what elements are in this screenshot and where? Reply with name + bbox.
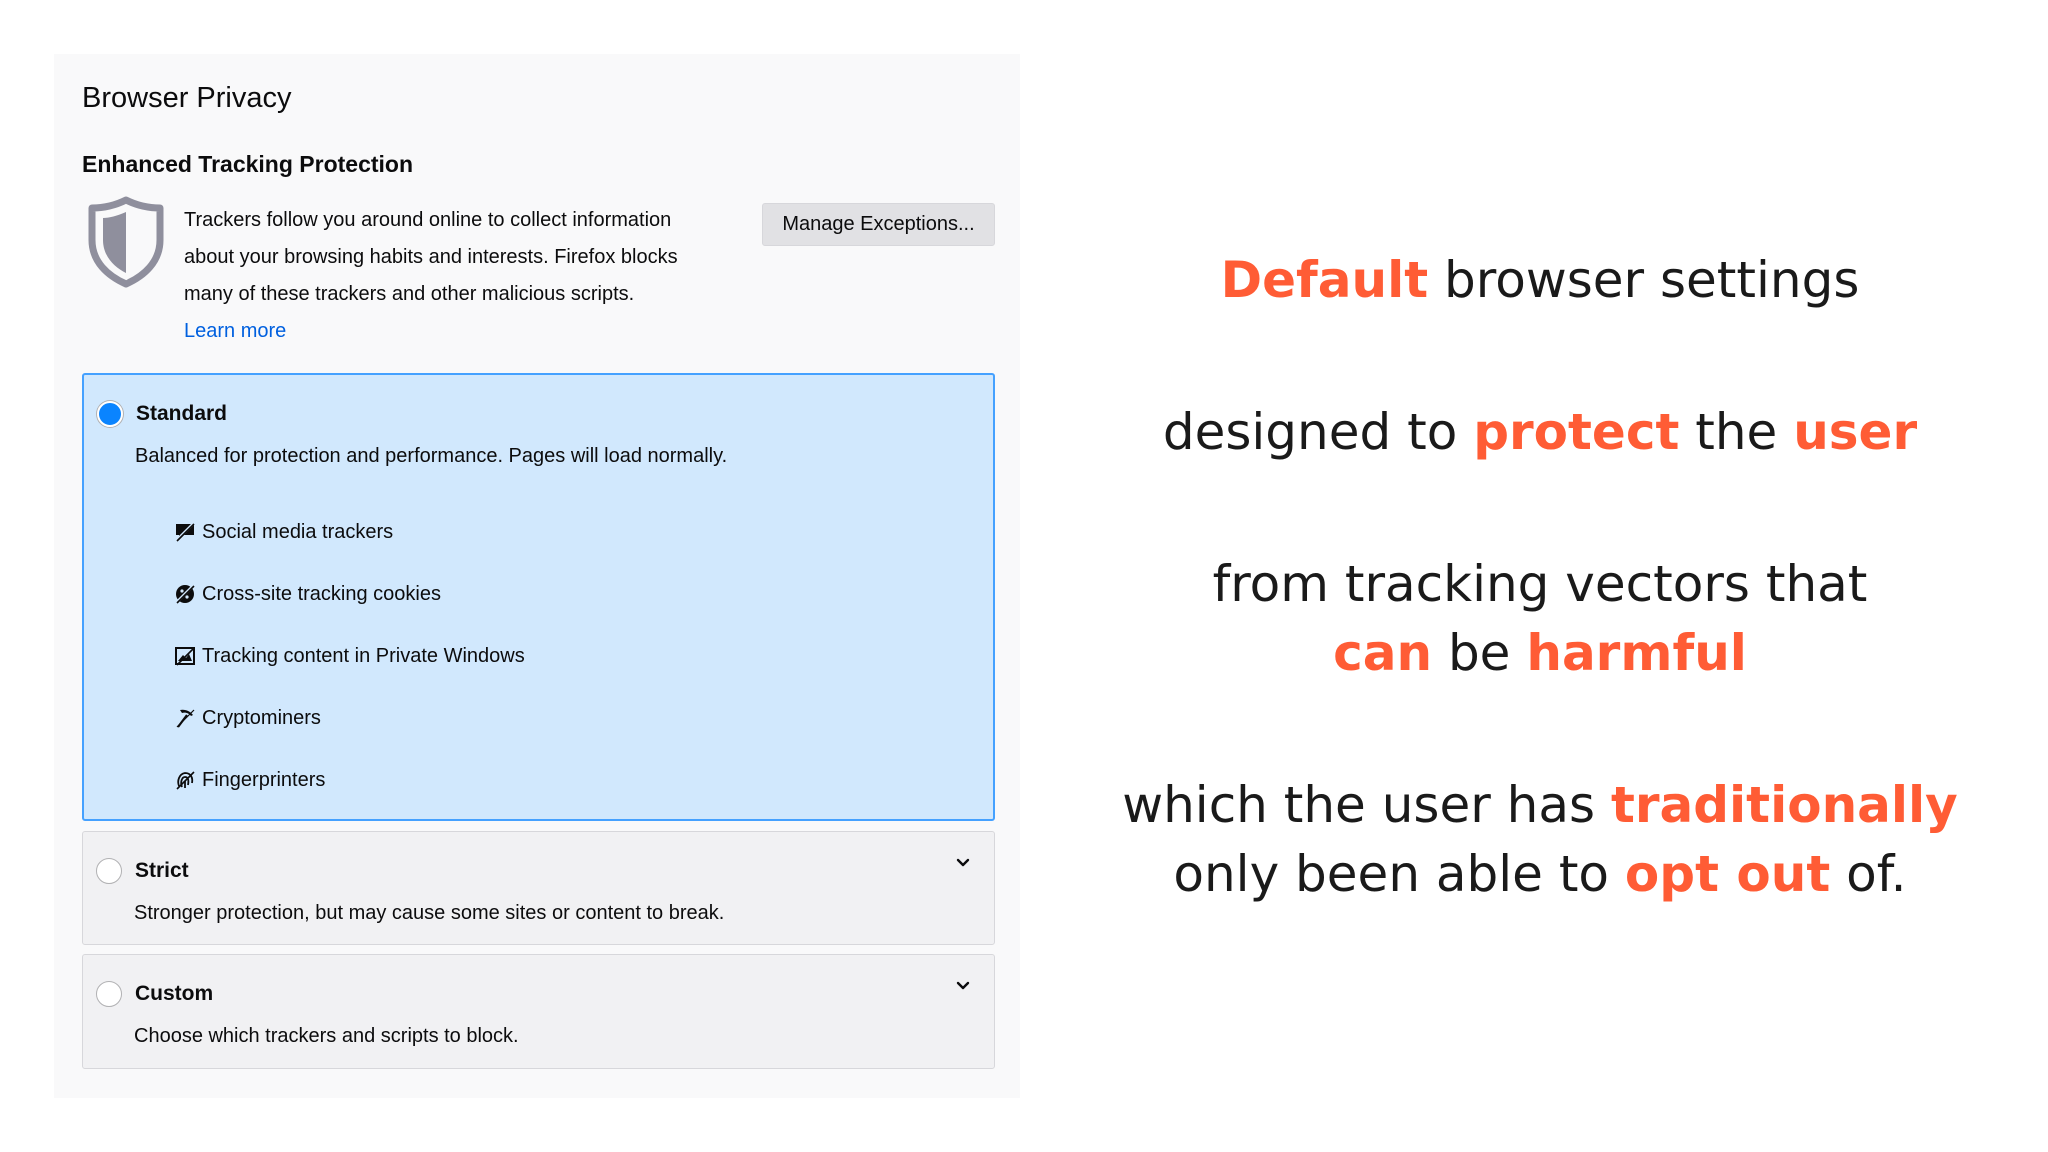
caption-text: designed to: [1162, 403, 1474, 461]
cryptominer-icon: [176, 709, 195, 728]
caption-text: only been able to: [1173, 845, 1625, 903]
description-line: Trackers follow you around online to col…: [184, 209, 672, 231]
highlighted-word: Default: [1220, 251, 1429, 309]
tracker-label: Cryptominers: [202, 706, 321, 729]
fingerprinter-icon: [176, 771, 195, 790]
social-media-tracker-icon: [174, 521, 196, 543]
list-item: Cryptominers: [174, 687, 525, 749]
highlighted-word: opt out: [1624, 845, 1831, 903]
option-custom[interactable]: Custom Choose which trackers and scripts…: [82, 954, 995, 1069]
caption-line: designed to protect the user: [1080, 397, 2000, 467]
caption-text: be: [1432, 624, 1527, 682]
browser-privacy-panel: Browser Privacy Enhanced Tracking Protec…: [54, 54, 1020, 1098]
option-label: Custom: [135, 982, 214, 1005]
option-description: Stronger protection, but may cause some …: [134, 902, 725, 924]
tracking-content-icon: [175, 647, 195, 666]
list-item: Fingerprinters: [174, 749, 525, 811]
option-description: Choose which trackers and scripts to blo…: [134, 1025, 519, 1047]
caption-text: from tracking vectors that: [1212, 555, 1868, 613]
highlighted-word: harmful: [1526, 624, 1747, 682]
option-description: Balanced for protection and performance.…: [135, 445, 728, 467]
caption-line: can be harmful: [1080, 618, 2000, 688]
highlighted-word: protect: [1473, 403, 1680, 461]
description-line: about your browsing habits and interests…: [184, 246, 678, 268]
tracker-list: Social media trackers Cross-site trackin…: [174, 501, 525, 811]
caption-line: from tracking vectors that: [1080, 549, 2000, 619]
list-item: Cross-site tracking cookies: [174, 563, 525, 625]
caption-line: only been able to opt out of.: [1080, 839, 2000, 909]
shield-icon: [88, 196, 164, 288]
caption-text: browser settings: [1428, 251, 1860, 309]
option-label: Standard: [136, 402, 228, 425]
etp-description: Trackers follow you around online to col…: [184, 202, 744, 350]
slide-caption: Default browser settings designed to pro…: [1080, 0, 2000, 1152]
tracker-label: Tracking content in Private Windows: [202, 644, 525, 667]
highlighted-word: user: [1793, 403, 1918, 461]
manage-exceptions-button[interactable]: Manage Exceptions...: [762, 203, 995, 246]
etp-heading: Enhanced Tracking Protection: [82, 151, 414, 177]
option-label: Strict: [135, 859, 189, 882]
standard-radio[interactable]: [97, 401, 123, 427]
option-standard[interactable]: Standard Balanced for protection and per…: [82, 373, 995, 821]
list-item: Social media trackers: [174, 501, 525, 563]
chevron-down-icon[interactable]: [954, 977, 972, 995]
chevron-down-icon[interactable]: [954, 854, 972, 872]
tracker-label: Fingerprinters: [202, 768, 326, 791]
caption-text: of.: [1830, 845, 1907, 903]
tracker-label: Social media trackers: [202, 520, 394, 543]
list-item: Tracking content in Private Windows: [174, 625, 525, 687]
strict-radio[interactable]: [96, 858, 122, 884]
custom-radio[interactable]: [96, 981, 122, 1007]
highlighted-word: traditionally: [1610, 776, 1958, 834]
caption-text: which the user has: [1122, 776, 1611, 834]
option-strict[interactable]: Strict Stronger protection, but may caus…: [82, 831, 995, 945]
caption-line: Default browser settings: [1080, 245, 2000, 315]
learn-more-link[interactable]: Learn more: [184, 313, 744, 350]
caption-line: which the user has traditionally: [1080, 770, 2000, 840]
tracker-label: Cross-site tracking cookies: [202, 582, 441, 605]
caption-text: the: [1679, 403, 1794, 461]
cookie-icon: [174, 583, 196, 605]
panel-title: Browser Privacy: [82, 82, 292, 114]
description-line: many of these trackers and other malicio…: [184, 283, 635, 305]
highlighted-word: can: [1333, 624, 1433, 682]
